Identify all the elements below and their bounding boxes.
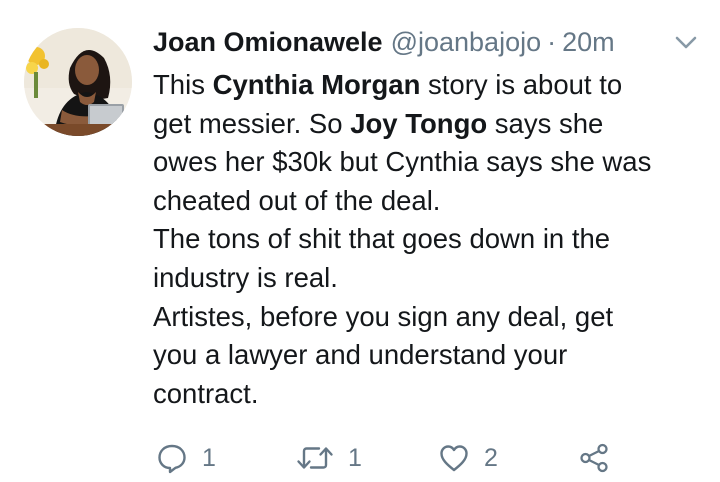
- like-count: 2: [484, 443, 498, 472]
- mention-joy-tongo: Joy Tongo: [350, 107, 488, 139]
- reply-button[interactable]: 1: [156, 436, 216, 480]
- tweet-text-line: cheated out of the deal.: [153, 184, 441, 216]
- retweet-icon: [297, 447, 333, 469]
- reply-count: 1: [202, 443, 216, 472]
- tweet-text-line: get messier. So Joy Tongo says she: [153, 107, 604, 139]
- avatar-image: [24, 28, 132, 136]
- tweet-text: This Cynthia Morgan story is about to ge…: [153, 66, 708, 413]
- share-icon: [580, 443, 608, 473]
- separator-dot: ·: [547, 26, 557, 57]
- like-button[interactable]: 2: [438, 436, 498, 480]
- tweet-text-line: Artistes, before you sign any deal, get: [153, 300, 614, 332]
- reply-icon: [158, 444, 186, 474]
- chevron-down-icon: [675, 36, 697, 49]
- tweet-menu-button[interactable]: [674, 34, 698, 52]
- user-handle[interactable]: @joanbajojo: [391, 27, 542, 58]
- retweet-button[interactable]: 1: [296, 436, 362, 480]
- retweet-count: 1: [348, 443, 362, 472]
- tweet-text-line: The tons of shit that goes down in the: [153, 223, 611, 255]
- timestamp[interactable]: 20m: [562, 27, 615, 58]
- tweet-header: Joan Omionawele @joanbajojo · 20m: [153, 22, 615, 62]
- tweet-text-line: owes her $30k but Cynthia says she was: [153, 146, 652, 178]
- tweet-text-line: industry is real.: [153, 261, 338, 293]
- tweet-text-line: This Cynthia Morgan story is about to: [153, 69, 623, 100]
- tweet-card[interactable]: Joan Omionawele @joanbajojo · 20m This C…: [0, 0, 720, 482]
- share-button[interactable]: [578, 436, 610, 480]
- avatar[interactable]: [24, 28, 132, 136]
- tweet-actions: 1 1 2: [0, 436, 720, 480]
- display-name[interactable]: Joan Omionawele: [153, 27, 383, 58]
- mention-cynthia-morgan: Cynthia Morgan: [212, 69, 421, 100]
- tweet-text-line: you a lawyer and understand your: [153, 339, 568, 371]
- tweet-text-line: contract.: [153, 377, 259, 409]
- heart-icon: [440, 445, 468, 472]
